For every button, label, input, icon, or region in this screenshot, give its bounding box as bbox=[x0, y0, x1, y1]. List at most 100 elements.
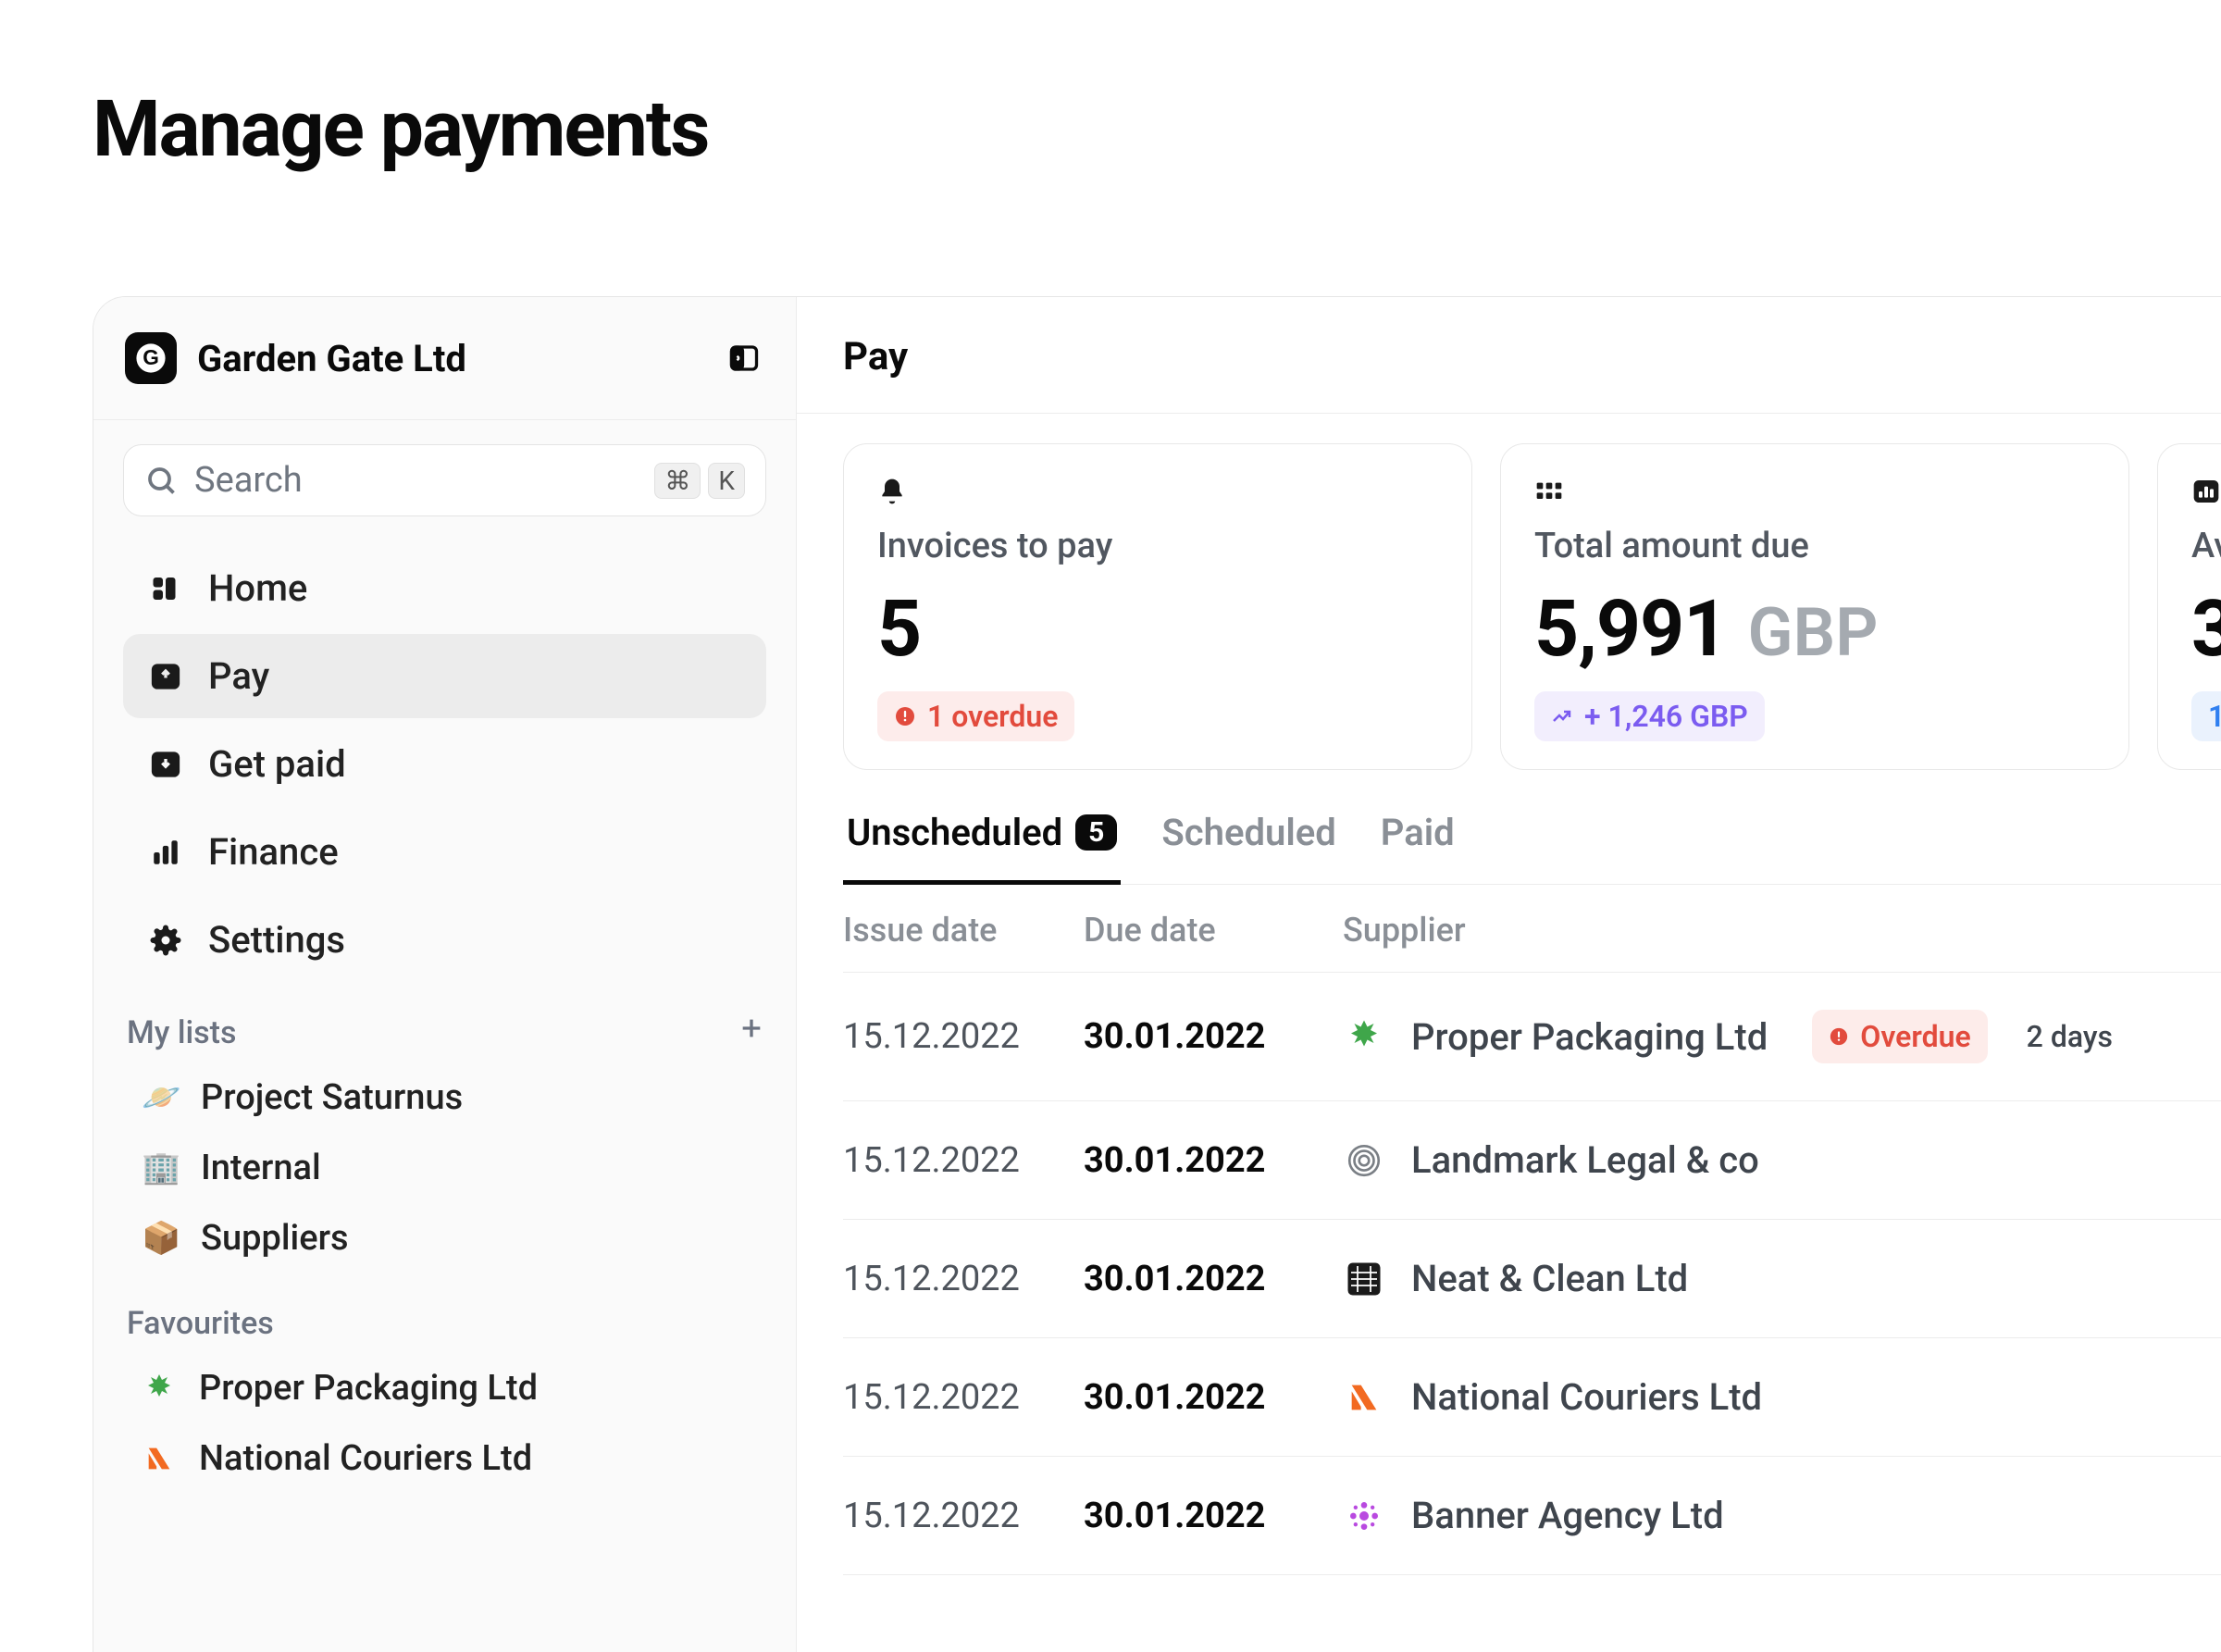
planet-icon: 🪐 bbox=[142, 1079, 179, 1116]
tab-paid[interactable]: Paid bbox=[1377, 794, 1458, 885]
table-header-row: Issue date Due date Supplier bbox=[843, 885, 2221, 973]
cell-due-date: 30.01.2022 bbox=[1084, 1259, 1343, 1299]
nav-item-finance[interactable]: Finance bbox=[123, 810, 766, 894]
package-icon: 📦 bbox=[142, 1220, 179, 1257]
cell-issue-date: 15.12.2022 bbox=[843, 1259, 1084, 1299]
card-value: 5,991 bbox=[1534, 583, 1727, 675]
mylists-heading: My lists bbox=[127, 1014, 237, 1051]
nav-item-getpaid[interactable]: Get paid bbox=[123, 722, 766, 806]
cell-supplier: Landmark Legal & co bbox=[1343, 1138, 2221, 1182]
home-icon bbox=[147, 570, 184, 607]
tab-label: Scheduled bbox=[1161, 811, 1335, 854]
building-icon: 🏢 bbox=[142, 1149, 179, 1186]
supplier-name: Banner Agency Ltd bbox=[1411, 1494, 1724, 1537]
tab-scheduled[interactable]: Scheduled bbox=[1158, 794, 1339, 885]
supplier-logo-icon bbox=[1343, 1495, 1385, 1537]
col-header-due-date[interactable]: Due date bbox=[1084, 911, 1343, 950]
sidebar-collapse-button[interactable] bbox=[724, 338, 764, 379]
search-input[interactable]: Search ⌘ K bbox=[123, 444, 766, 516]
tab-label: Paid bbox=[1381, 811, 1455, 854]
favourites-heading: Favourites bbox=[127, 1305, 274, 1342]
app-shell: G Garden Gate Ltd Search ⌘ K bbox=[93, 296, 2221, 1652]
chart-icon bbox=[2191, 474, 2221, 509]
list-item-suppliers[interactable]: 📦 Suppliers bbox=[123, 1203, 766, 1273]
search-shortcut: ⌘ K bbox=[654, 463, 745, 499]
card-label: Total amount due bbox=[1534, 526, 2095, 566]
supplier-name: Landmark Legal & co bbox=[1411, 1138, 1759, 1182]
favourite-item-proper-packaging[interactable]: Proper Packaging Ltd bbox=[123, 1353, 766, 1423]
cell-due-date: 30.01.2022 bbox=[1084, 1496, 1343, 1536]
nav-label: Settings bbox=[208, 918, 345, 962]
supplier-name: National Couriers Ltd bbox=[1411, 1375, 1762, 1419]
org-name: Garden Gate Ltd bbox=[197, 337, 703, 380]
nav-item-pay[interactable]: Pay bbox=[123, 634, 766, 718]
cell-issue-date: 15.12.2022 bbox=[843, 1496, 1084, 1536]
settings-icon bbox=[147, 922, 184, 959]
primary-nav: Home Pay Get paid Finance bbox=[93, 529, 796, 982]
finance-icon bbox=[147, 834, 184, 871]
table-row[interactable]: 15.12.2022 30.01.2022 Banner Agency Ltd bbox=[843, 1457, 2221, 1575]
card-unit: GBP bbox=[1747, 593, 1878, 672]
alert-circle-icon bbox=[1829, 1026, 1849, 1047]
favourite-label: National Couriers Ltd bbox=[199, 1438, 532, 1479]
supplier-logo-icon bbox=[1343, 1015, 1385, 1058]
main-header: Pay bbox=[797, 297, 2221, 414]
tab-label: Unscheduled bbox=[847, 811, 1062, 854]
favourite-item-national-couriers[interactable]: National Couriers Ltd bbox=[123, 1423, 766, 1494]
favourite-label: Proper Packaging Ltd bbox=[199, 1368, 538, 1409]
status-badge-overdue: Overdue bbox=[1812, 1010, 1987, 1063]
list-item-label: Internal bbox=[201, 1148, 321, 1188]
cell-due-date: 30.01.2022 bbox=[1084, 1140, 1343, 1181]
nav-item-settings[interactable]: Settings bbox=[123, 898, 766, 982]
card-label: Invoices to pay bbox=[877, 526, 1438, 566]
table-row[interactable]: 15.12.2022 30.01.2022 Neat & Clean Ltd bbox=[843, 1220, 2221, 1338]
pay-icon bbox=[147, 658, 184, 695]
trend-up-icon bbox=[1551, 705, 1573, 727]
delta-badge: + 1,246 GBP bbox=[1534, 691, 1765, 741]
list-item-label: Suppliers bbox=[201, 1218, 349, 1259]
cell-supplier: Banner Agency Ltd bbox=[1343, 1494, 2221, 1537]
card-invoices-to-pay: Invoices to pay 5 1 overdue bbox=[843, 443, 1472, 770]
getpaid-icon bbox=[147, 746, 184, 783]
list-item-project-saturnus[interactable]: 🪐 Project Saturnus bbox=[123, 1062, 766, 1133]
org-switcher[interactable]: G Garden Gate Ltd bbox=[93, 297, 796, 420]
supplier-logo-icon bbox=[1343, 1258, 1385, 1300]
main-title: Pay bbox=[843, 334, 2175, 379]
table-row[interactable]: 15.12.2022 30.01.2022 National Couriers … bbox=[843, 1338, 2221, 1457]
plus-icon bbox=[737, 1013, 766, 1043]
favourites-heading-row: Favourites bbox=[93, 1273, 796, 1353]
mylists-heading-row: My lists bbox=[93, 982, 796, 1062]
cell-supplier: Proper Packaging Ltd Overdue 2 days bbox=[1343, 1010, 2221, 1063]
list-item-internal[interactable]: 🏢 Internal bbox=[123, 1133, 766, 1203]
list-item-label: Project Saturnus bbox=[201, 1077, 463, 1118]
nav-label: Finance bbox=[208, 830, 339, 874]
page-title: Manage payments bbox=[0, 0, 2221, 175]
tabs: Unscheduled 5 Scheduled Paid bbox=[843, 794, 2221, 885]
summary-cards: Invoices to pay 5 1 overdue Total amount… bbox=[797, 414, 2221, 794]
nav-item-home[interactable]: Home bbox=[123, 546, 766, 630]
nav-label: Get paid bbox=[208, 742, 346, 786]
card-badge: 16, bbox=[2191, 691, 2221, 741]
mylists-items: 🪐 Project Saturnus 🏢 Internal 📦 Supplier… bbox=[93, 1062, 796, 1273]
table-row[interactable]: 15.12.2022 30.01.2022 Proper Packaging L… bbox=[843, 973, 2221, 1101]
status-extra: 2 days bbox=[2027, 1019, 2113, 1054]
tab-unscheduled[interactable]: Unscheduled 5 bbox=[843, 794, 1121, 885]
cell-due-date: 30.01.2022 bbox=[1084, 1377, 1343, 1418]
card-total-amount-due: Total amount due 5,991 GBP + 1,246 GBP bbox=[1500, 443, 2129, 770]
col-header-issue-date[interactable]: Issue date bbox=[843, 911, 1084, 950]
grid-icon bbox=[1534, 474, 2095, 509]
card-value: 3, bbox=[2191, 583, 2221, 675]
cell-due-date: 30.01.2022 bbox=[1084, 1016, 1343, 1057]
bell-icon bbox=[877, 474, 1438, 509]
cell-supplier: National Couriers Ltd bbox=[1343, 1375, 2221, 1419]
table-row[interactable]: 15.12.2022 30.01.2022 Landmark Legal & c… bbox=[843, 1101, 2221, 1220]
add-list-button[interactable] bbox=[737, 1013, 766, 1051]
favourites-items: Proper Packaging Ltd National Couriers L… bbox=[93, 1353, 796, 1494]
col-header-supplier[interactable]: Supplier bbox=[1343, 911, 2221, 950]
supplier-logo-icon bbox=[142, 1371, 177, 1406]
card-value: 5 bbox=[877, 583, 921, 675]
cell-issue-date: 15.12.2022 bbox=[843, 1016, 1084, 1057]
cell-issue-date: 15.12.2022 bbox=[843, 1377, 1084, 1418]
cell-issue-date: 15.12.2022 bbox=[843, 1140, 1084, 1181]
supplier-logo-icon bbox=[1343, 1376, 1385, 1419]
